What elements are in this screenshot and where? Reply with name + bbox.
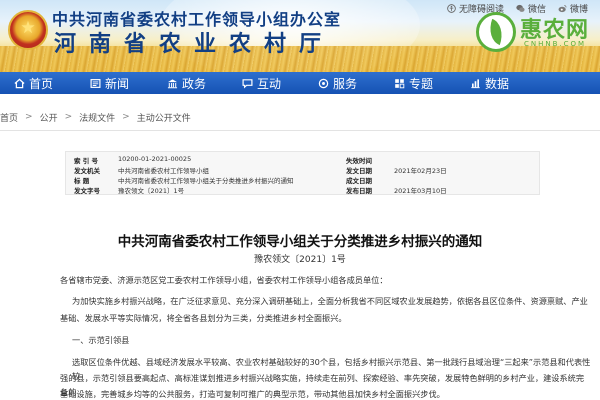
article-intro-line: 基础、发展水平等实际情况，将全省各县划分为三类，分类推进乡村全面振兴。 [60, 313, 347, 323]
nav-item-home[interactable]: 首页 [14, 72, 53, 94]
main-nav: 首页 新闻 政务 互动 服务 专题 数据 [0, 72, 600, 94]
dept-name: 河南省农业农村厅 [54, 31, 335, 57]
meta-label-docno: 发文字号 [74, 187, 100, 195]
meta-value-title: 中共河南省委农村工作领导小组关于分类推进乡村振兴的通知 [118, 177, 294, 185]
breadcrumb-active-files[interactable]: 主动公开文件 [137, 111, 191, 124]
breadcrumb-home[interactable]: 首页 [0, 111, 18, 124]
meta-value-docno: 豫农领文〔2021〕1号 [118, 187, 185, 195]
nav-item-government-label: 政务 [182, 76, 207, 91]
meta-value-issue-date: 2021年02月23日 [394, 167, 447, 175]
meta-value-pub-date: 2021年03月10日 [394, 187, 447, 195]
meta-label-issue-date: 发文日期 [346, 167, 372, 175]
meta-label-index: 索 引 号 [74, 157, 99, 165]
nav-item-service-label: 服务 [333, 76, 358, 91]
site-banner: 中共河南省委农村工作领导小组办公室 河南省农业农村厅 无障碍阅读 微信 微博 惠… [0, 0, 600, 72]
breadcrumb-divider [0, 130, 600, 131]
article-body-line: 基础设施，完善城乡均等的公共服务，打造可复制可推广的典型示范，带动其他县加快乡村… [60, 389, 445, 399]
nav-item-interaction-label: 互动 [257, 76, 282, 91]
meta-value-index: 10200-01-2021-00025 [118, 155, 192, 163]
service-icon [318, 78, 329, 88]
nav-item-data-label: 数据 [485, 76, 510, 91]
meta-row-title: 标 题 中共河南省委农村工作领导小组关于分类推进乡村振兴的通知 成文日期 [66, 175, 539, 185]
meta-label-pub-date: 发布日期 [346, 187, 372, 195]
watermark-leaf-icon [476, 12, 516, 52]
accessibility-icon [447, 4, 456, 13]
article-doc-number: 豫农领文〔2021〕1号 [254, 255, 346, 265]
meta-row-docno: 发文字号 豫农领文〔2021〕1号 发布日期 2021年03月10日 [66, 185, 539, 195]
nav-item-government[interactable]: 政务 [167, 72, 206, 94]
nav-item-service[interactable]: 服务 [318, 72, 357, 94]
watermark-url: CNHNB.COM [524, 40, 587, 48]
meta-value-issuer: 中共河南省委农村工作领导小组 [118, 167, 209, 175]
document-meta-table: 索 引 号 10200-01-2021-00025 失效时间 发文机关 中共河南… [65, 151, 540, 195]
nav-item-news-label: 新闻 [105, 76, 130, 91]
meta-label-title: 标 题 [74, 177, 90, 185]
meta-label-create-date: 成文日期 [346, 177, 372, 185]
article-title: 中共河南省委农村工作领导小组关于分类推进乡村振兴的通知 [117, 234, 483, 250]
nav-item-topic-label: 专题 [409, 76, 434, 91]
breadcrumb-separator: > [64, 112, 73, 122]
breadcrumb: 首页 > 公开 > 法规文件 > 主动公开文件 [0, 110, 191, 124]
meta-label-issuer: 发文机关 [74, 167, 100, 175]
breadcrumb-separator: > [25, 112, 33, 122]
news-icon [90, 78, 101, 88]
chat-icon [242, 78, 253, 89]
government-icon [167, 78, 178, 88]
watermark-logo: 惠农网 CNHNB.COM [476, 10, 594, 56]
nav-item-interaction[interactable]: 互动 [242, 72, 281, 94]
article-intro-line: 为加快实施乡村振兴战略，在广泛征求意见、充分深入调研基础上，全面分析我省不同区域… [72, 296, 588, 306]
data-icon [471, 78, 480, 88]
article-addressee: 各省辖市党委、济源示范区党工委农村工作领导小组，省委农村工作领导小组各成员单位： [60, 275, 388, 285]
breadcrumb-separator: > [122, 112, 130, 122]
meta-label-expiry: 失效时间 [346, 157, 372, 165]
nav-item-topic[interactable]: 专题 [394, 72, 433, 94]
meta-row-issuer: 发文机关 中共河南省委农村工作领导小组 发文日期 2021年02月23日 [66, 165, 539, 175]
topic-icon [395, 78, 405, 88]
article-section-heading: 一、示范引领县 [72, 335, 130, 345]
breadcrumb-public[interactable]: 公开 [40, 111, 58, 124]
nav-item-news[interactable]: 新闻 [90, 72, 129, 94]
breadcrumb-regulations[interactable]: 法规文件 [79, 111, 115, 124]
meta-row-index: 索 引 号 10200-01-2021-00025 失效时间 [66, 155, 539, 165]
nav-item-home-label: 首页 [29, 76, 54, 91]
home-icon [14, 78, 25, 88]
party-emblem-icon [8, 10, 48, 50]
nav-item-data[interactable]: 数据 [470, 72, 509, 94]
